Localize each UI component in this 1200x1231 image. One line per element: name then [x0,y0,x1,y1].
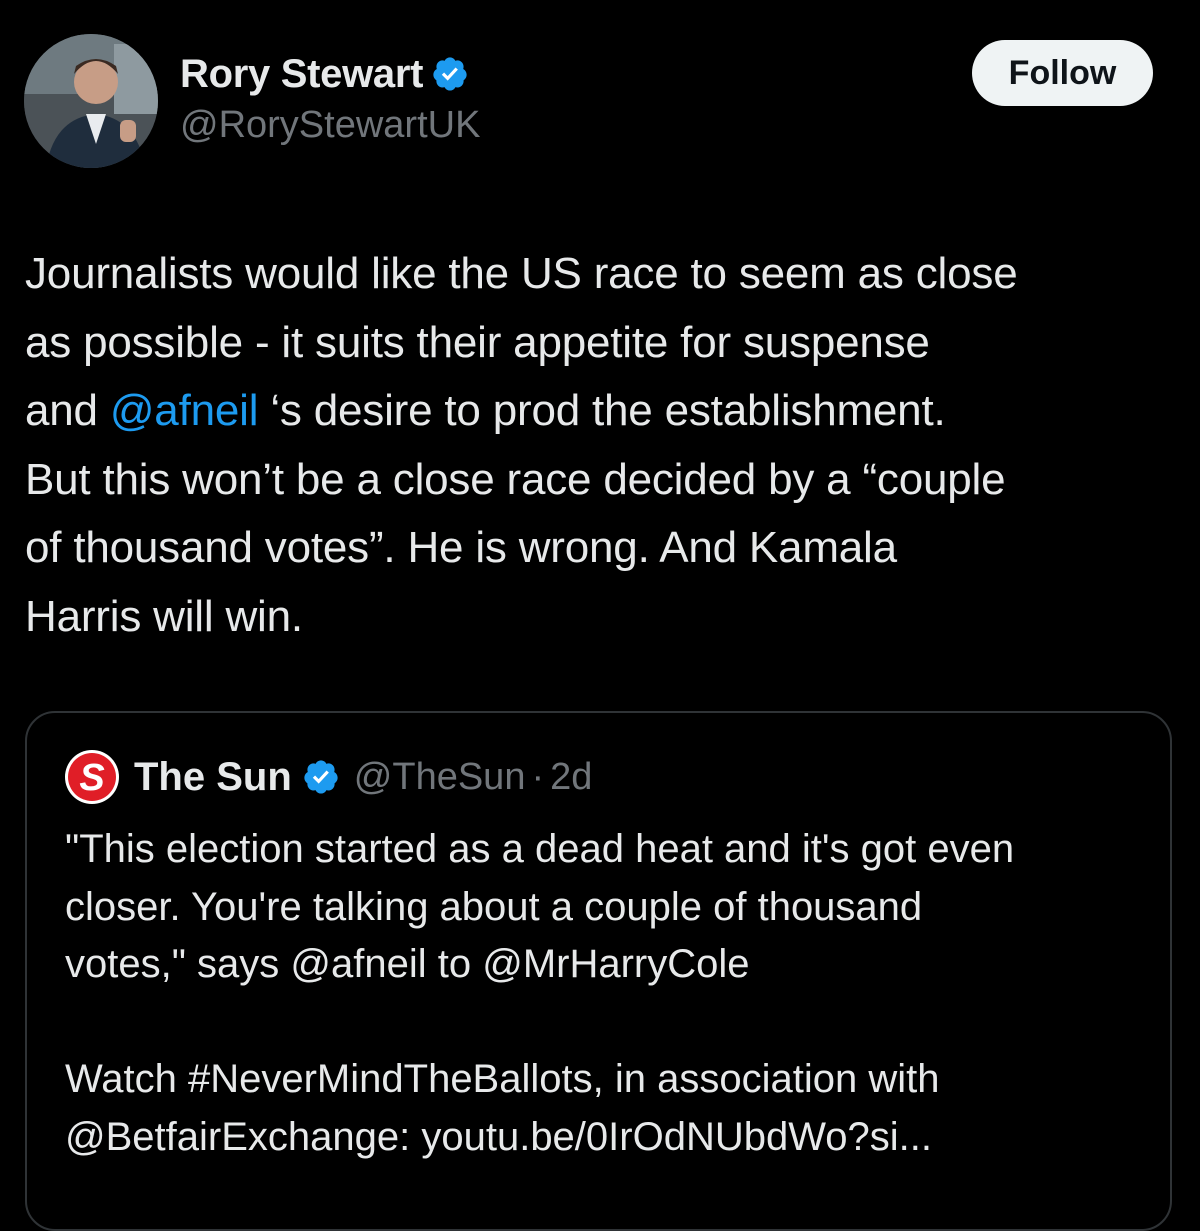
meta-separator: · [531,755,545,798]
tweet: Rory Stewart @RoryStewartUK Follow Journ… [0,0,1200,1231]
verified-badge-icon [304,760,338,794]
quoted-tweet-text-line: "This election started as a dead heat an… [65,827,1015,871]
tweet-text-segment: of thousand votes”. He is wrong. And Kam… [25,523,897,572]
author-info: Rory Stewart @RoryStewartUK [180,50,480,147]
tweet-text-segment: Harris will win. [25,591,303,641]
mention-link[interactable]: @afneil [110,386,259,435]
quoted-tweet-text-line: closer. You're talking about a couple of… [65,884,923,929]
quoted-author-handle[interactable]: @TheSun [354,756,526,799]
tweet-text-line: as possible - it suits their appetite fo… [25,309,1185,378]
quoted-tweet-header: S The Sun @TheSun · 2d [64,749,592,805]
quoted-tweet-text-line [65,994,1155,1052]
the-sun-logo-icon: S [65,750,119,804]
tweet-text-line: and @afneil ‘s desire to prod the establ… [25,377,1185,446]
tweet-text-segment: But this won’t be a close race decided b… [25,454,1006,504]
quoted-tweet-card[interactable]: S The Sun @TheSun · 2d "This election st… [25,711,1172,1231]
author-name-row: Rory Stewart [180,50,480,98]
tweet-text-line: But this won’t be a close race decided b… [25,446,1185,515]
tweet-text-line: Harris will win. [25,583,1185,652]
quoted-tweet-timestamp[interactable]: 2d [550,756,592,799]
tweet-text-segment: as possible - it suits their appetite fo… [25,317,930,367]
avatar[interactable] [24,34,158,168]
tweet-text: Journalists would like the US race to se… [25,240,1185,651]
the-sun-logo-letter: S [79,757,104,799]
quoted-tweet-text-line: Watch #NeverMindTheBallots, in associati… [65,1057,940,1101]
tweet-text-segment: Journalists would like the US race to se… [25,249,1018,298]
quoted-tweet-text: "This election started as a dead heat an… [65,821,1155,1166]
quoted-tweet-text-line: votes," says @afneil to @MrHarryCole [65,942,750,986]
avatar-photo [24,34,158,168]
tweet-text-line: of thousand votes”. He is wrong. And Kam… [25,514,1185,583]
tweet-text-line: Journalists would like the US race to se… [25,240,1185,309]
author-handle[interactable]: @RoryStewartUK [180,104,480,147]
quoted-tweet-text-line: @BetfairExchange: youtu.be/0IrOdNUbdWo?s… [65,1114,932,1159]
author-display-name[interactable]: Rory Stewart [180,52,423,97]
tweet-text-segment: ‘s desire to prod the establishment. [258,386,946,435]
verified-badge-icon [433,57,467,91]
tweet-text-segment: and [25,386,110,435]
follow-button[interactable]: Follow [972,40,1153,106]
quoted-author-display-name[interactable]: The Sun [134,755,292,800]
